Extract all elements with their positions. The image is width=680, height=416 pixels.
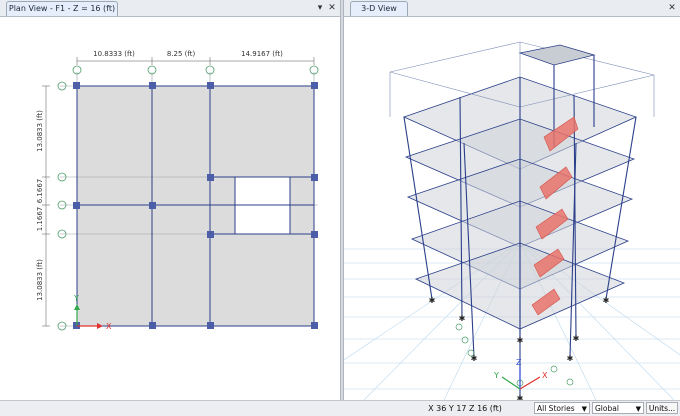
3d-axis-triad-icon: Z X Y bbox=[493, 358, 548, 390]
axis-x3d-label: X bbox=[542, 371, 548, 380]
dim-top-3: 14.9167 (ft) bbox=[241, 50, 283, 58]
tab-plan-view[interactable]: Plan View - F1 - Z = 16 (ft) bbox=[6, 1, 118, 16]
left-pane-close-icon[interactable]: ✕ bbox=[326, 0, 338, 16]
dim-left-3: 1.1667 bbox=[36, 207, 44, 232]
cursor-coordinates: X 36 Y 17 Z 16 (ft) bbox=[428, 404, 502, 413]
plan-view-canvas[interactable]: 10.8333 (ft) 8.25 (ft) 14.9167 (ft) 13.0… bbox=[0, 17, 340, 400]
svg-text:✱: ✱ bbox=[603, 296, 610, 305]
coord-system-dropdown-icon: ▼ bbox=[635, 405, 641, 413]
axis-z-label: Z bbox=[516, 358, 522, 367]
coord-system-select[interactable]: Global ▼ bbox=[592, 402, 644, 414]
dim-left-4: 13.0833 (ft) bbox=[36, 259, 44, 301]
axis-x-label: X bbox=[106, 322, 112, 331]
stories-select[interactable]: All Stories ▼ bbox=[534, 402, 590, 414]
3d-view-pane[interactable]: ✱ ✱ ✱ ✱ ✱ ✱ ✱ ✱ Z X Y bbox=[344, 17, 680, 400]
tab-3d-view-label: 3-D View bbox=[361, 4, 397, 13]
tab-plan-view-label: Plan View - F1 - Z = 16 (ft) bbox=[8, 4, 116, 13]
building-model: ✱✱✱ ✱✱✱ ✱✱ bbox=[389, 41, 655, 400]
left-pane-menu-icon[interactable]: ▾ bbox=[314, 0, 326, 16]
stories-dropdown-icon: ▼ bbox=[581, 405, 587, 413]
3d-view-canvas[interactable]: ✱✱✱ ✱✱✱ ✱✱ Z X Y bbox=[344, 17, 680, 400]
svg-text:✱: ✱ bbox=[429, 296, 436, 305]
dim-left-2: 6.1667 bbox=[36, 179, 44, 204]
svg-text:✱: ✱ bbox=[567, 354, 574, 363]
right-tabbar: 3-D View ✕ bbox=[344, 0, 680, 17]
svg-text:✱: ✱ bbox=[573, 334, 580, 343]
status-bar: X 36 Y 17 Z 16 (ft) All Stories ▼ Global… bbox=[0, 400, 680, 416]
right-pane-close-icon[interactable]: ✕ bbox=[666, 0, 678, 16]
dim-top-2: 8.25 (ft) bbox=[167, 50, 196, 58]
svg-text:✱: ✱ bbox=[471, 354, 478, 363]
svg-text:✱: ✱ bbox=[459, 314, 466, 323]
stories-select-value: All Stories bbox=[537, 404, 575, 413]
left-tabbar: Plan View - F1 - Z = 16 (ft) ▾ ✕ bbox=[0, 0, 340, 17]
plan-view-pane[interactable]: 10.8333 (ft) 8.25 (ft) 14.9167 (ft) 13.0… bbox=[0, 17, 340, 400]
axis-y-label: Y bbox=[73, 294, 79, 303]
units-button[interactable]: Units... bbox=[646, 402, 678, 414]
dim-top-1: 10.8333 (ft) bbox=[93, 50, 135, 58]
dim-left-1: 13.0833 (ft) bbox=[36, 110, 44, 152]
tab-3d-view[interactable]: 3-D View bbox=[350, 1, 408, 16]
coord-system-select-value: Global bbox=[595, 404, 619, 413]
axis-y3d-label: Y bbox=[493, 371, 499, 380]
svg-text:✱: ✱ bbox=[517, 336, 524, 345]
